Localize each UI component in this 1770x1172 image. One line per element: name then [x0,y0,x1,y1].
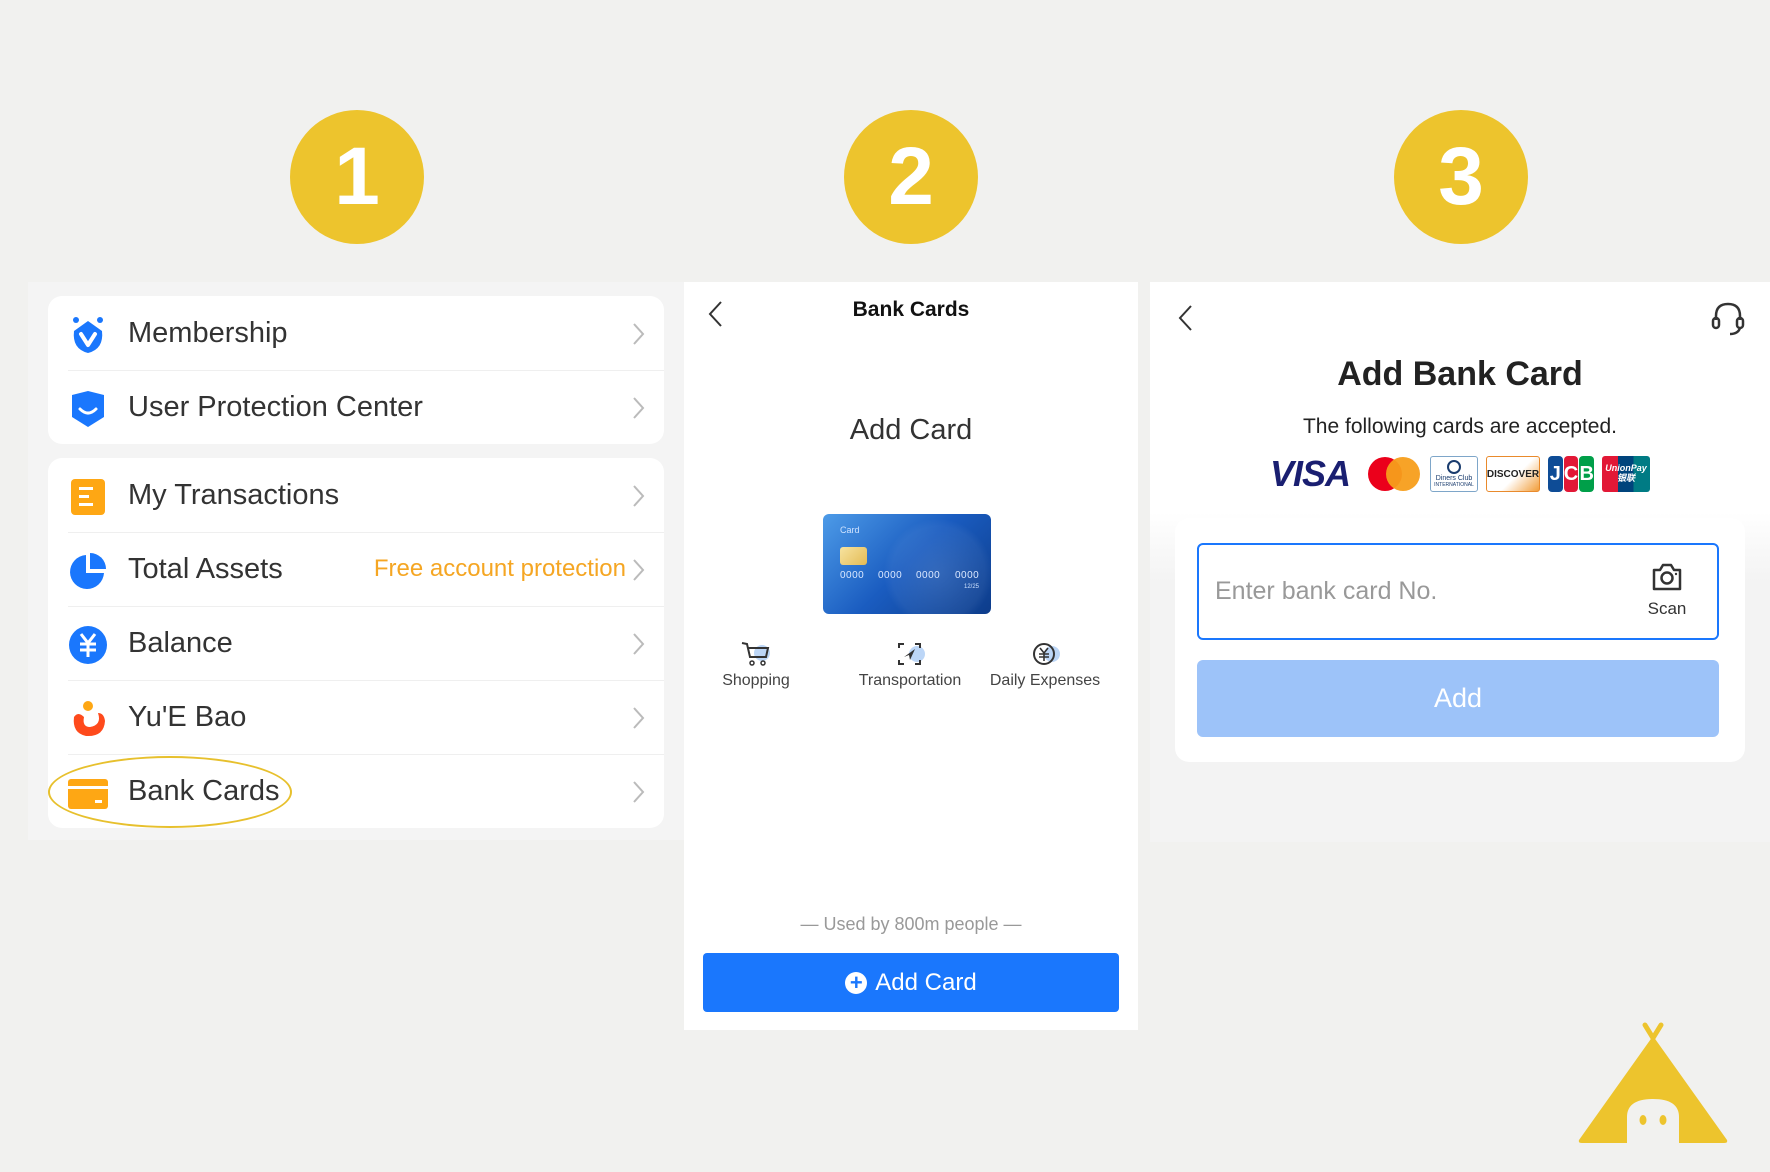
add-card-button-label: Add Card [875,968,977,996]
chevron-right-icon [633,323,645,345]
scan-button[interactable]: Scan [1637,561,1697,619]
pie-chart-icon [70,553,106,589]
chevron-right-icon [633,707,645,729]
menu-item-my-transactions[interactable]: My Transactions [48,458,664,532]
yuebao-icon [73,701,105,737]
add-button[interactable]: Add [1197,660,1719,737]
membership-icon [73,317,103,353]
chip-icon [840,547,867,565]
jcb-letter: J [1548,456,1563,492]
plus-circle-icon: + [845,971,868,994]
accepted-cards-text: The following cards are accepted. [1302,415,1617,438]
menu-item-label: Total Assets [128,552,283,585]
page-title: Add Bank Card [1337,355,1583,393]
menu-item-label: My Transactions [128,478,340,511]
menu-item-balance[interactable]: Balance [48,606,664,680]
card-entry-form: Scan Add [1175,518,1745,762]
back-arrow-icon[interactable] [1174,302,1198,334]
menu-item-bank-cards[interactable]: Bank Cards [48,754,664,828]
add-card-button[interactable]: + Add Card [703,953,1119,1012]
jcb-letter: B [1579,456,1595,492]
account-protection-note[interactable]: Free account protection [374,555,626,583]
transport-icon [898,643,925,665]
card-number-input[interactable] [1215,571,1595,611]
nav-title: Bank Cards [852,298,970,321]
feature-daily-expenses: Daily Expenses [980,640,1110,690]
jcb-logo: J C B [1548,456,1595,492]
card-number-group: 0000 [955,570,980,581]
chevron-right-icon [633,485,645,507]
tent-logo-icon [1578,1022,1728,1143]
menu-item-label: User Protection Center [128,390,423,423]
step-badge-2: 2 [844,110,978,244]
add-bank-card-screen: Add Bank Card The following cards are ac… [1150,282,1770,842]
menu-item-total-assets[interactable]: Total Assets Free account protection [48,532,664,606]
scan-label: Scan [1647,599,1687,618]
discover-logo: DISCOVER [1486,456,1540,492]
globe-graphic [883,518,991,614]
card-expiry: 12/25 [963,584,979,590]
yuan-icon [69,626,107,664]
headset-icon[interactable] [1708,298,1748,338]
chevron-right-icon [633,397,645,419]
card-preview-image: Card 0000 0000 0000 0000 12/25 [823,514,991,614]
used-by-text: — Used by 800m people — [800,914,1022,934]
feature-label: Daily Expenses [989,672,1101,689]
diners-club-subtext: INTERNATIONAL [1434,481,1474,488]
bank-card-icon [68,779,108,809]
mastercard-logo [1366,456,1422,492]
jcb-letter: C [1563,456,1579,492]
feature-label: Shopping [722,672,790,689]
camera-icon [1652,563,1682,591]
feature-shopping: Shopping [691,640,821,690]
accepted-card-brands: VISA Diners Club INTERNATIONAL DISCOVER … [1262,453,1650,494]
visa-logo: VISA [1269,453,1351,494]
bank-cards-screen: Bank Cards Add Card Card 0000 0000 0000 … [684,282,1138,1030]
step-badge-3: 3 [1394,110,1528,244]
chevron-right-icon [633,559,645,581]
unionpay-chinese-text: 银联 [1616,473,1635,483]
menu-group-2: My Transactions Total Assets Free accoun… [48,458,664,828]
menu-item-label: Bank Cards [128,774,280,807]
unionpay-logo: UnionPay 银联 [1602,456,1650,492]
card-number-group: 0000 [916,570,941,581]
hero-title: Add Card [849,414,973,446]
chevron-right-icon [633,781,645,803]
feature-transportation: Transportation [845,640,975,690]
menu-item-label: Yu'E Bao [128,700,247,733]
feature-label: Transportation [858,672,962,689]
card-number-group: 0000 [840,570,865,581]
chevron-right-icon [633,633,645,655]
step-badge-1: 1 [290,110,424,244]
card-label: Card [840,525,860,535]
account-menu-panel: Membership User Protection Center My Tra… [28,282,684,840]
card-number-group: 0000 [878,570,903,581]
diners-club-logo: Diners Club INTERNATIONAL [1430,456,1478,492]
menu-item-yuebao[interactable]: Yu'E Bao [48,680,664,754]
shield-icon [72,391,104,427]
menu-item-user-protection[interactable]: User Protection Center [48,370,664,444]
cart-icon [741,642,770,666]
menu-item-label: Membership [128,316,288,349]
menu-item-label: Balance [128,626,233,659]
menu-item-membership[interactable]: Membership [48,296,664,370]
yuan-coin-icon [1033,643,1060,665]
card-number-field[interactable]: Scan [1197,543,1719,640]
transactions-icon [71,479,105,515]
menu-group-1: Membership User Protection Center [48,296,664,444]
